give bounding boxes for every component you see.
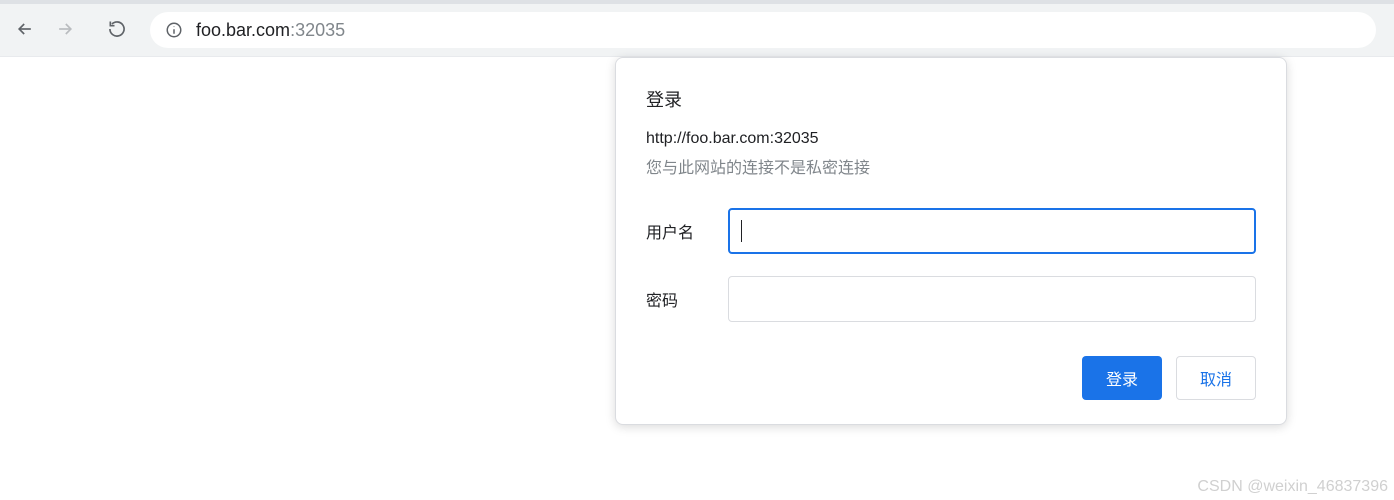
arrow-right-icon <box>55 19 75 42</box>
forward-button[interactable] <box>48 13 82 47</box>
dialog-origin: http://foo.bar.com:32035 <box>646 130 1256 148</box>
url-host: foo.bar.com <box>196 20 290 41</box>
http-auth-dialog: 登录 http://foo.bar.com:32035 您与此网站的连接不是私密… <box>615 57 1287 425</box>
dialog-warning: 您与此网站的连接不是私密连接 <box>646 154 1256 178</box>
password-label: 密码 <box>646 287 728 311</box>
reload-icon <box>107 19 127 42</box>
dialog-title: 登录 <box>646 86 1256 112</box>
username-label: 用户名 <box>646 219 728 243</box>
username-input[interactable] <box>728 208 1256 254</box>
reload-button[interactable] <box>100 13 134 47</box>
address-bar[interactable]: foo.bar.com:32035 <box>150 12 1376 48</box>
text-cursor <box>741 220 742 242</box>
watermark-text: CSDN @weixin_46837396 <box>1197 478 1388 496</box>
login-button[interactable]: 登录 <box>1082 356 1162 400</box>
page-content: 登录 http://foo.bar.com:32035 您与此网站的连接不是私密… <box>0 56 1394 500</box>
cancel-button-label: 取消 <box>1200 366 1232 390</box>
cancel-button[interactable]: 取消 <box>1176 356 1256 400</box>
login-button-label: 登录 <box>1106 366 1138 390</box>
info-icon[interactable] <box>164 20 184 40</box>
url-port: :32035 <box>290 20 345 41</box>
arrow-left-icon <box>15 19 35 42</box>
browser-toolbar: foo.bar.com:32035 <box>0 4 1394 56</box>
back-button[interactable] <box>8 13 42 47</box>
password-input[interactable] <box>728 276 1256 322</box>
